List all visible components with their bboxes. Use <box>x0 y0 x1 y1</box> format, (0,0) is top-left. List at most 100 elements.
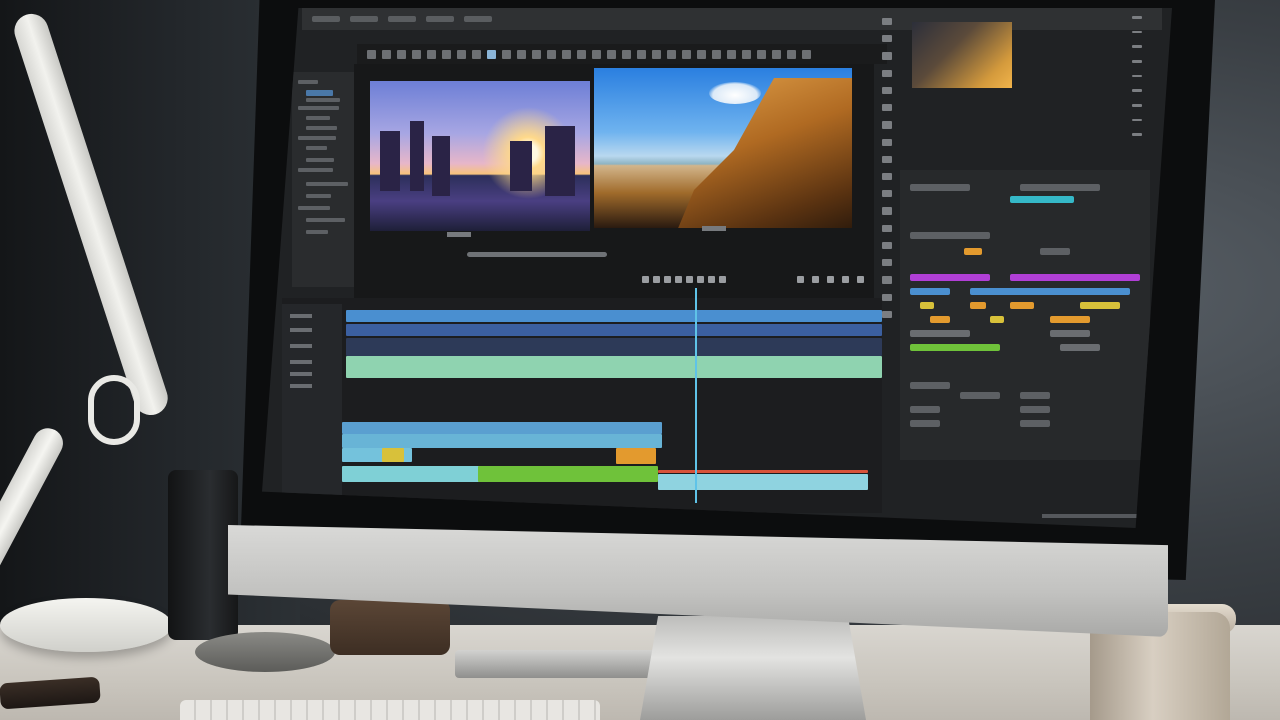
side-tool-icon[interactable] <box>882 276 892 284</box>
effect-parameter[interactable] <box>1010 302 1034 309</box>
transport-button-icon[interactable] <box>708 276 715 283</box>
project-tree-item[interactable] <box>306 90 333 96</box>
project-tree-item[interactable] <box>306 218 345 222</box>
toolbar-tool-icon[interactable] <box>487 49 496 59</box>
toolbar-tool-icon[interactable] <box>547 49 556 59</box>
project-tree-item[interactable] <box>298 206 330 210</box>
timeline-clip[interactable] <box>478 466 658 482</box>
project-tree-item[interactable] <box>306 126 337 130</box>
effect-parameter[interactable] <box>970 302 986 309</box>
side-tool-icon[interactable] <box>882 121 892 129</box>
toolbar-tool-icon[interactable] <box>577 49 586 59</box>
toolbar-tool-icon[interactable] <box>397 49 406 59</box>
toolbar-tool-icon[interactable] <box>607 49 616 59</box>
effect-parameter[interactable] <box>910 344 1000 351</box>
toolbar-tool-icon[interactable] <box>472 49 481 59</box>
project-tree-item[interactable] <box>298 168 333 172</box>
effect-parameter[interactable] <box>990 316 1004 323</box>
effect-parameter[interactable] <box>930 316 950 323</box>
side-tool-icon[interactable] <box>882 259 892 267</box>
side-tool-icon[interactable] <box>882 52 892 60</box>
timeline-clip[interactable] <box>658 470 868 473</box>
side-tool-icon[interactable] <box>1132 45 1142 49</box>
side-tool-icon[interactable] <box>882 86 892 95</box>
transport-button-icon[interactable] <box>653 276 660 283</box>
menu-item[interactable] <box>426 16 454 22</box>
project-tree-item[interactable] <box>306 194 331 198</box>
effect-parameter[interactable] <box>1080 302 1120 309</box>
side-tool-icon[interactable] <box>1132 60 1142 63</box>
project-tree-item[interactable] <box>298 80 318 84</box>
project-tree-item[interactable] <box>306 116 330 120</box>
effect-parameter[interactable] <box>1020 392 1050 399</box>
effect-parameter[interactable] <box>1050 316 1090 323</box>
effect-parameter[interactable] <box>910 288 950 295</box>
effect-parameter[interactable] <box>910 184 970 191</box>
toolbar-tool-icon[interactable] <box>532 49 541 59</box>
effect-parameter[interactable] <box>1010 274 1140 281</box>
timeline-clip[interactable] <box>346 324 882 336</box>
toolbar-tool-icon[interactable] <box>517 49 526 59</box>
side-tool-icon[interactable] <box>1132 133 1142 137</box>
effect-parameter[interactable] <box>1010 196 1074 203</box>
side-tool-icon[interactable] <box>1132 118 1142 122</box>
side-tool-icon[interactable] <box>882 293 892 301</box>
toolbar-tool-icon[interactable] <box>562 49 571 59</box>
toolbar-tool-icon[interactable] <box>727 49 736 59</box>
effect-parameter[interactable] <box>910 232 990 239</box>
timeline-clip[interactable] <box>342 422 662 434</box>
side-tool-icon[interactable] <box>1132 30 1142 34</box>
project-tree-item[interactable] <box>306 146 327 150</box>
timeline-clip[interactable] <box>346 356 882 378</box>
toolbar-tool-icon[interactable] <box>412 49 421 59</box>
toolbar-tool-icon[interactable] <box>802 49 811 59</box>
side-tool-icon[interactable] <box>882 190 892 198</box>
side-tool-icon[interactable] <box>1132 104 1142 107</box>
preview-scrubber[interactable] <box>467 252 607 257</box>
side-tool-icon[interactable] <box>882 138 892 146</box>
menu-item[interactable] <box>312 16 340 22</box>
preview-clip-sunset[interactable] <box>370 81 590 231</box>
toolbar-tool-icon[interactable] <box>712 49 721 59</box>
toolbar-tool-icon[interactable] <box>742 49 751 59</box>
project-tree-item[interactable] <box>306 230 328 234</box>
toolbar-tool-icon[interactable] <box>667 49 676 59</box>
menu-item[interactable] <box>350 16 378 22</box>
timeline-clip[interactable] <box>346 310 882 322</box>
side-tool-icon[interactable] <box>882 69 892 77</box>
side-tool-icon[interactable] <box>1132 74 1142 78</box>
side-tool-icon[interactable] <box>882 241 892 250</box>
toolbar-tool-icon[interactable] <box>427 49 436 59</box>
project-tree-item[interactable] <box>298 106 339 110</box>
project-tree-item[interactable] <box>298 136 336 140</box>
transport-button-icon[interactable] <box>797 276 804 283</box>
side-tool-icon[interactable] <box>882 18 892 26</box>
effect-parameter[interactable] <box>1020 184 1100 191</box>
side-tool-icon[interactable] <box>882 224 892 232</box>
transport-button-icon[interactable] <box>686 276 693 283</box>
effect-parameter[interactable] <box>910 406 940 413</box>
transport-button-icon[interactable] <box>842 276 849 283</box>
side-tool-icon[interactable] <box>1132 16 1142 19</box>
toolbar-tool-icon[interactable] <box>787 49 796 59</box>
side-tool-icon[interactable] <box>882 104 892 112</box>
project-tree-item[interactable] <box>306 98 340 102</box>
project-tree-item[interactable] <box>306 158 334 162</box>
transport-button-icon[interactable] <box>812 276 819 283</box>
transport-button-icon[interactable] <box>827 276 834 283</box>
timeline-clip[interactable] <box>342 466 482 482</box>
effect-parameter[interactable] <box>920 302 934 309</box>
toolbar-tool-icon[interactable] <box>772 49 781 59</box>
toolbar-tool-icon[interactable] <box>622 49 631 59</box>
effect-parameter[interactable] <box>964 248 982 255</box>
toolbar-tool-icon[interactable] <box>682 49 691 59</box>
effect-preview-thumbnail[interactable] <box>912 22 1012 88</box>
effect-parameter[interactable] <box>1020 420 1050 427</box>
transport-button-icon[interactable] <box>675 276 682 283</box>
toolbar-tool-icon[interactable] <box>442 49 451 59</box>
toolbar-tool-icon[interactable] <box>367 49 376 59</box>
toolbar-tool-icon[interactable] <box>592 49 601 59</box>
transport-button-icon[interactable] <box>664 276 671 283</box>
project-tree-item[interactable] <box>306 182 348 186</box>
effect-parameter[interactable] <box>910 382 950 389</box>
